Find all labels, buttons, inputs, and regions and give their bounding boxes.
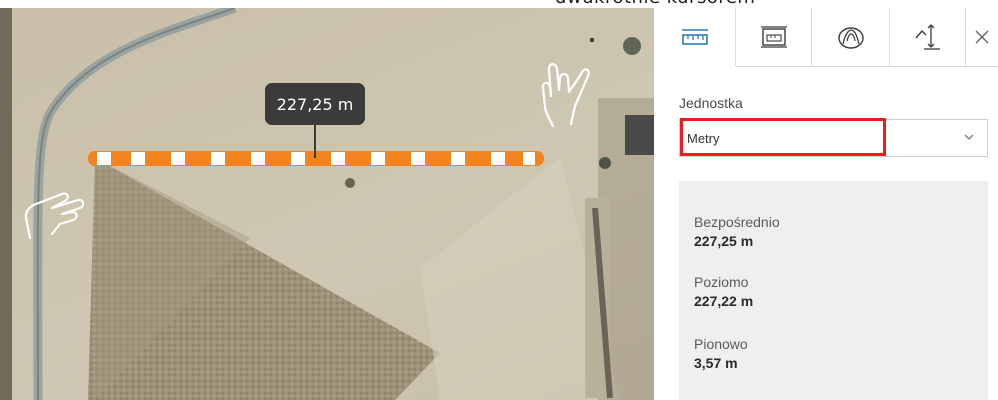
- elevation-profile-icon: [914, 24, 940, 50]
- tab-distance[interactable]: [654, 8, 736, 67]
- horizontal-distance-value: 227,22 m: [694, 293, 754, 309]
- measure-tabs: [654, 8, 998, 67]
- measure-panel: Jednostka Metry Bezpośrednio 227,25 m Po…: [654, 8, 998, 400]
- tab-area[interactable]: [736, 8, 812, 66]
- direct-distance-value: 227,25 m: [694, 233, 754, 249]
- measurement-tooltip: 227,25 m: [265, 83, 365, 158]
- close-icon: [975, 30, 989, 44]
- caption-strip: dwukrotnie kursorem: [0, 0, 998, 8]
- vertical-distance-value: 3,57 m: [694, 355, 738, 371]
- unit-selected-value: Metry: [687, 131, 720, 146]
- ruler-distance-icon: [681, 28, 708, 45]
- tab-elevation[interactable]: [890, 8, 966, 66]
- unit-dropdown[interactable]: Metry: [679, 119, 988, 157]
- measurement-results: Bezpośrednio 227,25 m Poziomo 227,22 m P…: [679, 181, 988, 400]
- direct-distance-label: Bezpośrednio: [694, 214, 780, 230]
- hand-cursor-icon: [541, 63, 590, 128]
- close-button[interactable]: [966, 8, 998, 66]
- area-measure-icon: [760, 26, 787, 48]
- horizontal-distance-label: Poziomo: [694, 274, 749, 290]
- caption-text: dwukrotnie kursorem: [555, 0, 755, 8]
- volume-measure-icon: [837, 27, 864, 49]
- tab-volume[interactable]: [812, 8, 890, 66]
- measurement-value: 227,25 m: [276, 94, 354, 114]
- vertical-distance-label: Pionowo: [694, 336, 748, 352]
- unit-label: Jednostka: [679, 95, 743, 111]
- hand-cursor-icon: [24, 192, 85, 240]
- chevron-down-icon: [964, 134, 974, 140]
